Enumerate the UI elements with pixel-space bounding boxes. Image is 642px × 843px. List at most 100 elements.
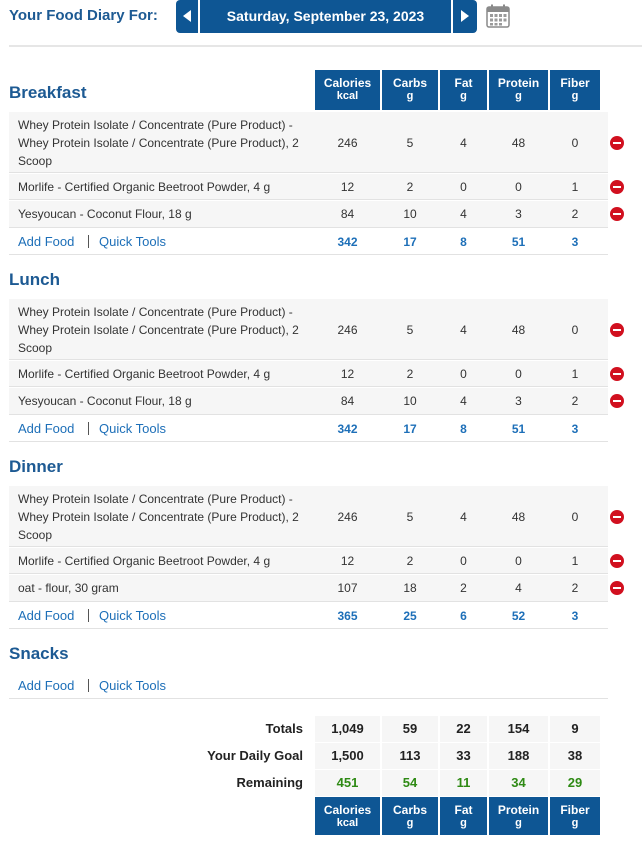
meal-title-dinner: Dinner <box>9 457 63 476</box>
food-row[interactable]: Yesyoucan - Coconut Flour, 18 g 84 10 4 … <box>9 201 608 228</box>
quick-tools-link[interactable]: Quick Tools <box>99 608 166 623</box>
calories-value: 12 <box>340 367 355 381</box>
food-name[interactable]: oat - flour, 30 gram <box>18 579 313 597</box>
carbs-value: 5 <box>406 136 414 150</box>
meal-actions-dinner: Add Food Quick Tools 365 25 6 52 3 <box>9 602 608 629</box>
food-row[interactable]: Yesyoucan - Coconut Flour, 18 g 84 10 4 … <box>9 388 608 415</box>
calories-value: 107 <box>337 581 358 595</box>
fiber-value: 2 <box>571 394 579 408</box>
food-row[interactable]: Whey Protein Isolate / Concentrate (Pure… <box>9 112 608 173</box>
carbs-value: 2 <box>406 554 414 568</box>
quick-tools-link[interactable]: Quick Tools <box>99 421 166 436</box>
quick-tools-link[interactable]: Quick Tools <box>99 234 166 249</box>
previous-day-button[interactable] <box>176 0 198 33</box>
food-name[interactable]: Whey Protein Isolate / Concentrate (Pure… <box>18 490 313 544</box>
fiber-value: 2 <box>571 207 579 221</box>
meal-title-snacks: Snacks <box>9 644 69 663</box>
next-day-button[interactable] <box>453 0 477 33</box>
fat-value: 4 <box>460 207 467 221</box>
meal-total-fiber: 3 <box>571 235 579 249</box>
totals-label: Totals <box>265 721 303 736</box>
protein-value: 4 <box>515 581 522 595</box>
carbs-value: 2 <box>406 367 414 381</box>
column-protein: Protein g <box>489 797 548 835</box>
total-fiber: 9 <box>550 716 600 742</box>
protein-value: 48 <box>511 323 526 337</box>
remove-entry-icon[interactable] <box>610 207 624 221</box>
remove-entry-icon[interactable] <box>610 180 624 194</box>
food-name-line: Whey Protein Isolate / Concentrate (Pure… <box>18 323 299 337</box>
food-name[interactable]: Morlife - Certified Organic Beetroot Pow… <box>18 552 313 570</box>
fiber-value: 1 <box>571 367 579 381</box>
column-fat: Fat g <box>440 70 487 110</box>
column-unit: g <box>571 817 579 829</box>
fat-value: 4 <box>460 323 467 337</box>
add-food-link[interactable]: Add Food <box>18 421 74 436</box>
calories-value: 12 <box>340 554 355 568</box>
remove-entry-icon[interactable] <box>610 367 624 381</box>
column-fiber: Fiber g <box>550 797 600 835</box>
remaining-protein: 34 <box>489 770 548 796</box>
add-food-link[interactable]: Add Food <box>18 608 74 623</box>
meal-title-lunch: Lunch <box>9 270 60 289</box>
column-label: Protein <box>497 76 540 90</box>
food-row[interactable]: Morlife - Certified Organic Beetroot Pow… <box>9 174 608 200</box>
remove-entry-icon[interactable] <box>610 581 624 595</box>
meal-total-protein: 51 <box>511 422 526 436</box>
protein-value: 48 <box>511 136 526 150</box>
food-row[interactable]: Morlife - Certified Organic Beetroot Pow… <box>9 361 608 387</box>
column-label: Calories <box>323 803 372 817</box>
protein-value: 48 <box>511 510 526 524</box>
meal-total-calories: 365 <box>337 609 358 623</box>
food-row[interactable]: oat - flour, 30 gram 107 18 2 4 2 <box>9 575 608 602</box>
meal-total-fiber: 3 <box>571 609 579 623</box>
column-fat: Fat g <box>440 797 487 835</box>
meal-total-fat: 8 <box>460 235 467 249</box>
remaining-carbs: 54 <box>382 770 438 796</box>
remove-entry-icon[interactable] <box>610 510 624 524</box>
fiber-value: 0 <box>571 510 579 524</box>
food-name-line: Whey Protein Isolate / Concentrate (Pure… <box>18 118 293 132</box>
food-name[interactable]: Morlife - Certified Organic Beetroot Pow… <box>18 365 313 383</box>
current-date: Saturday, September 23, 2023 <box>200 0 451 33</box>
meal-actions-breakfast: Add Food Quick Tools 342 17 8 51 3 <box>9 228 608 255</box>
food-row[interactable]: Whey Protein Isolate / Concentrate (Pure… <box>9 299 608 360</box>
remove-entry-icon[interactable] <box>610 394 624 408</box>
fat-value: 0 <box>460 367 467 381</box>
goal-calories: 1,500 <box>315 743 380 769</box>
goal-protein: 188 <box>489 743 548 769</box>
food-name[interactable]: Yesyoucan - Coconut Flour, 18 g <box>18 392 313 410</box>
carbs-value: 5 <box>406 510 414 524</box>
calories-value: 246 <box>337 136 358 150</box>
food-row[interactable]: Whey Protein Isolate / Concentrate (Pure… <box>9 486 608 547</box>
food-name-line: Scoop <box>18 341 53 355</box>
remove-entry-icon[interactable] <box>610 136 624 150</box>
carbs-value: 18 <box>403 581 417 595</box>
food-name[interactable]: Yesyoucan - Coconut Flour, 18 g <box>18 205 313 223</box>
food-name-line: Scoop <box>18 528 53 542</box>
fat-value: 4 <box>460 510 467 524</box>
add-food-link[interactable]: Add Food <box>18 678 74 693</box>
add-food-link[interactable]: Add Food <box>18 234 74 249</box>
quick-tools-link[interactable]: Quick Tools <box>99 678 166 693</box>
food-name-line: Whey Protein Isolate / Concentrate (Pure… <box>18 510 299 524</box>
link-divider <box>88 422 89 435</box>
food-row[interactable]: Morlife - Certified Organic Beetroot Pow… <box>9 548 608 574</box>
remaining-fat: 11 <box>440 770 487 796</box>
calories-value: 246 <box>337 323 358 337</box>
food-name[interactable]: Whey Protein Isolate / Concentrate (Pure… <box>18 116 313 170</box>
remove-entry-icon[interactable] <box>610 323 624 337</box>
carbs-value: 2 <box>406 180 414 194</box>
food-name[interactable]: Whey Protein Isolate / Concentrate (Pure… <box>18 303 313 357</box>
column-label: Carbs <box>392 76 427 90</box>
column-calories: Calories kcal <box>315 797 380 835</box>
column-label: Fat <box>454 803 473 817</box>
calendar-icon[interactable] <box>486 4 510 28</box>
column-unit: g <box>571 90 579 102</box>
daily-goal-label: Your Daily Goal <box>207 748 303 763</box>
column-label: Carbs <box>392 803 427 817</box>
food-name[interactable]: Morlife - Certified Organic Beetroot Pow… <box>18 178 313 196</box>
meal-total-carbs: 25 <box>403 609 417 623</box>
fiber-value: 2 <box>571 581 579 595</box>
remove-entry-icon[interactable] <box>610 554 624 568</box>
